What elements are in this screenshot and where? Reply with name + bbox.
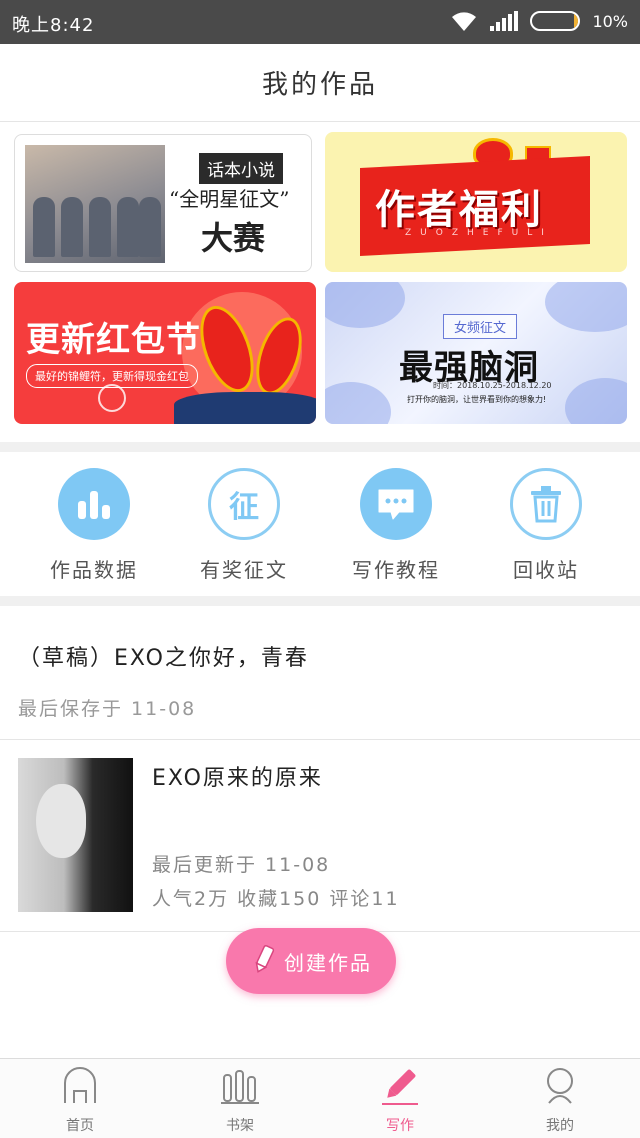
wifi-icon xyxy=(450,9,478,33)
banner-title: 大赛 xyxy=(201,219,266,257)
popularity-count: 人气2万 xyxy=(152,888,230,910)
draft-title: （草稿）EXO之你好，青春 xyxy=(18,646,309,671)
app-header: 我的作品 xyxy=(0,44,640,122)
page-title: 我的作品 xyxy=(261,70,378,100)
pencil-icon xyxy=(250,944,278,979)
banner-brain-contest[interactable]: 女频征文 最强脑洞 时间：2018.10.25-2018.12.20 打开你的脑… xyxy=(325,282,627,424)
banner-tag: 女频征文 xyxy=(443,314,518,339)
tab-bookshelf[interactable]: 书架 xyxy=(160,1059,320,1138)
banner-title: 作者福利 xyxy=(375,187,543,233)
action-label: 作品数据 xyxy=(50,558,138,582)
tap-hand-icon xyxy=(98,384,126,412)
banner-date: 时间：2018.10.25-2018.12.20 xyxy=(433,381,552,390)
create-work-label: 创建作品 xyxy=(284,950,372,975)
contest-button[interactable]: 征 有奖征文 xyxy=(184,468,304,583)
action-label: 写作教程 xyxy=(352,558,440,582)
tab-home[interactable]: 首页 xyxy=(0,1059,160,1138)
section-divider xyxy=(0,442,640,452)
work-updated-time: 最后更新于 11-08 xyxy=(152,854,331,876)
writing-tutorial-button[interactable]: 写作教程 xyxy=(336,468,456,583)
banner-author-welfare[interactable]: 作者福利 ZUOZHEFULI xyxy=(325,132,627,272)
list-item-work[interactable]: EXO原来的原来 最后更新于 11-08 人气2万 收藏150 评论11 xyxy=(0,740,640,932)
pencil-icon xyxy=(380,1067,420,1109)
works-data-button[interactable]: 作品数据 xyxy=(34,468,154,583)
banner-star-contest[interactable]: 话本小说 “全明星征文” 大赛 xyxy=(14,134,312,272)
banner-photo xyxy=(25,145,165,263)
banner-red-packet-festival[interactable]: 更新红包节 最好的锦鲤符，更新得现金红包 xyxy=(14,282,316,424)
contest-icon: 征 xyxy=(208,468,280,540)
favorites-count: 收藏150 xyxy=(237,888,322,910)
recycle-bin-button[interactable]: 回收站 xyxy=(486,468,606,583)
book-cover xyxy=(18,758,133,912)
banner-subtitle: ZUOZHEFULI xyxy=(405,228,553,238)
home-icon xyxy=(61,1067,99,1109)
list-item-draft[interactable]: （草稿）EXO之你好，青春 最后保存于 11-08 xyxy=(0,606,640,740)
signal-icon xyxy=(490,11,519,31)
tab-label: 写作 xyxy=(386,1118,414,1134)
battery-icon xyxy=(530,11,581,31)
tab-label: 书架 xyxy=(226,1118,254,1134)
wave-decoration xyxy=(174,392,316,424)
tab-write[interactable]: 写作 xyxy=(320,1059,480,1138)
banner-tag: 话本小说 xyxy=(199,153,283,184)
create-work-button[interactable]: 创建作品 xyxy=(226,928,396,994)
work-stats: 人气2万 收藏150 评论11 xyxy=(152,884,400,911)
chat-bubble-icon xyxy=(360,468,432,540)
draft-saved-time: 最后保存于 11-08 xyxy=(18,698,197,720)
work-title: EXO原来的原来 xyxy=(152,766,323,791)
section-divider xyxy=(0,596,640,606)
banner-subtitle: “全明星征文” xyxy=(169,187,290,211)
profile-icon xyxy=(541,1067,579,1109)
action-label: 回收站 xyxy=(513,558,579,582)
trash-icon xyxy=(510,468,582,540)
status-bar: 晚上8:42 10% xyxy=(0,0,640,44)
quick-actions: 作品数据 征 有奖征文 写作教程 回收站 xyxy=(0,452,640,596)
bar-chart-icon xyxy=(58,468,130,540)
banner-title: 更新红包节 xyxy=(26,320,201,360)
tab-label: 首页 xyxy=(66,1118,94,1134)
bookshelf-icon xyxy=(220,1067,260,1109)
battery-percent: 10% xyxy=(592,11,628,31)
comments-count: 评论11 xyxy=(329,888,400,910)
action-label: 有奖征文 xyxy=(200,558,288,582)
banner-grid: 话本小说 “全明星征文” 大赛 作者福利 ZUOZHEFULI 更新红包节 最好… xyxy=(0,122,640,442)
tab-label: 我的 xyxy=(546,1118,574,1134)
banner-slogan: 打开你的脑洞，让世界看到你的想象力! xyxy=(407,395,547,404)
bottom-tab-bar: 首页 书架 写作 我的 xyxy=(0,1058,640,1138)
status-time: 晚上8:42 xyxy=(12,15,95,36)
tab-profile[interactable]: 我的 xyxy=(480,1059,640,1138)
